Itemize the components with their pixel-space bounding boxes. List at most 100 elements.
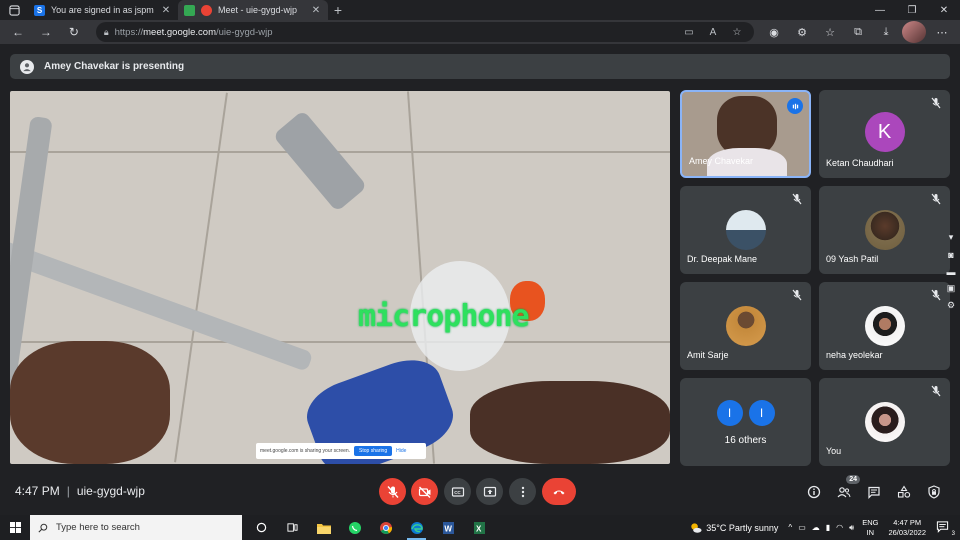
participant-tile-deepak[interactable]: Dr. Deepak Mane <box>680 186 811 274</box>
restore-icon[interactable]: ❐ <box>896 0 928 20</box>
menu-more-icon[interactable]: ⋯ <box>930 21 954 43</box>
read-aloud-icon[interactable]: A <box>704 27 722 38</box>
windows-logo-icon <box>9 522 21 533</box>
task-view-button[interactable] <box>277 515 308 540</box>
participant-tile-neha[interactable]: neha yeolekar <box>819 282 950 370</box>
edge-app[interactable] <box>401 515 432 540</box>
others-initial-avatar: I <box>716 400 743 426</box>
browser-toolbar: ← → ↻ 🔒︎ https://meet.google.com/uie-gyg… <box>0 20 960 44</box>
floor-tile-line <box>10 151 670 153</box>
camera-permission-icon[interactable]: ▭ <box>680 27 698 38</box>
recording-icon <box>201 4 212 16</box>
taskbar-clock[interactable]: 4:47 PM 26/03/2022 <box>888 518 926 538</box>
video-person-shape <box>717 96 777 156</box>
extensions-puzzle-icon[interactable]: ⚙ <box>790 21 814 43</box>
volume-icon[interactable]: 🔊︎ <box>849 523 854 533</box>
people-button[interactable]: 24 <box>834 475 860 502</box>
image-icon[interactable]: ▣ <box>944 283 958 294</box>
whatsapp-icon <box>348 521 361 534</box>
notification-center-button[interactable]: 3 <box>936 520 956 537</box>
back-icon[interactable]: ← <box>6 21 30 43</box>
pipe-shape <box>272 109 368 213</box>
settings-gear-icon[interactable]: ⚙ <box>944 300 958 311</box>
new-tab-button[interactable]: + <box>328 0 348 20</box>
notification-count: 3 <box>950 531 956 537</box>
file-explorer-app[interactable] <box>308 515 339 540</box>
cortana-circle-icon <box>256 522 267 533</box>
participant-photo-avatar <box>864 402 905 442</box>
leave-call-button[interactable] <box>542 478 576 505</box>
participant-tile-yash[interactable]: 09 Yash Patil <box>819 186 950 274</box>
chat-button[interactable] <box>864 482 884 502</box>
system-tray: 35°C Partly sunny ^ ▭ ☁ ▮ ◠ 🔊︎ ENG IN 4:… <box>689 515 960 540</box>
people-icon <box>837 487 851 498</box>
weather-widget[interactable]: 35°C Partly sunny <box>689 521 778 534</box>
lock-icon[interactable]: 🔒︎ <box>104 27 109 38</box>
chrome-app[interactable] <box>370 515 401 540</box>
extension-icon[interactable]: ◉ <box>762 21 786 43</box>
participant-name: You <box>826 446 842 456</box>
shield-lock-icon <box>928 485 940 499</box>
mic-off-icon <box>792 289 802 301</box>
camera-toggle-button[interactable] <box>411 478 438 505</box>
toolbar-icons: ◉ ⚙ ☆ ⧉ ⤓ ⋯ <box>762 21 954 43</box>
camera-icon[interactable]: ◙ <box>944 249 958 260</box>
hide-notice-button[interactable]: Hide <box>396 448 406 454</box>
chrome-icon <box>379 521 392 534</box>
mic-toggle-button[interactable] <box>379 478 406 505</box>
participant-tile-ketan[interactable]: K Ketan Chaudhari <box>819 90 950 178</box>
cortana-button[interactable] <box>246 515 277 540</box>
collections-icon[interactable]: ⧉ <box>846 21 870 43</box>
meeting-details-button[interactable] <box>804 482 824 502</box>
reload-icon[interactable]: ↻ <box>62 21 86 43</box>
participant-name: Amit Sarje <box>687 350 729 360</box>
battery-icon[interactable]: ▮ <box>826 523 830 533</box>
tab-signed-in[interactable]: S You are signed in as jspm ✕ <box>28 0 178 20</box>
meet-control-bar: 4:47 PM | uie-gygd-wjp CC 24 <box>0 473 960 515</box>
onedrive-icon[interactable]: ☁ <box>812 523 820 533</box>
address-bar[interactable]: 🔒︎ https://meet.google.com/uie-gygd-wjp … <box>95 22 755 42</box>
mic-off-icon <box>931 193 941 205</box>
captions-button[interactable]: CC <box>444 478 471 505</box>
taskbar-search[interactable]: Type here to search <box>30 515 242 540</box>
video-icon[interactable]: ▬ <box>944 266 958 277</box>
stop-sharing-button[interactable]: Stop sharing <box>354 446 393 456</box>
excel-app[interactable]: X <box>463 515 494 540</box>
favorite-star-icon[interactable]: ☆ <box>728 27 746 38</box>
word-app[interactable]: W <box>432 515 463 540</box>
wifi-icon[interactable]: ◠ <box>836 523 843 533</box>
host-controls-button[interactable] <box>924 482 944 502</box>
close-window-icon[interactable]: ✕ <box>928 0 960 20</box>
favorites-icon[interactable]: ☆ <box>818 21 842 43</box>
participant-tile-amit[interactable]: Amit Sarje <box>680 282 811 370</box>
svg-text:X: X <box>476 524 482 533</box>
start-button[interactable] <box>0 515 30 540</box>
participant-name: 09 Yash Patil <box>826 254 879 264</box>
activities-button[interactable] <box>894 482 914 502</box>
tab-actions-icon[interactable] <box>0 0 28 20</box>
separator: | <box>66 484 70 498</box>
more-options-button[interactable] <box>509 478 536 505</box>
participant-name: neha yeolekar <box>826 350 883 360</box>
tab-meet[interactable]: Meet - uie-gygd-wjp ✕ <box>178 0 328 20</box>
language-indicator[interactable]: ENG IN <box>862 518 878 538</box>
presenter-avatar <box>20 59 34 74</box>
svg-text:CC: CC <box>454 490 461 495</box>
tab-close-icon[interactable]: ✕ <box>310 5 322 16</box>
whatsapp-app[interactable] <box>339 515 370 540</box>
meet-tray-icon[interactable]: ▭ <box>798 523 806 533</box>
downloads-icon[interactable]: ⤓ <box>874 21 898 43</box>
participant-tile-you[interactable]: You <box>819 378 950 466</box>
participant-tile-amey[interactable]: Amey Chavekar <box>680 90 811 178</box>
meeting-code[interactable]: uie-gygd-wjp <box>77 484 145 498</box>
minimize-icon[interactable]: — <box>864 0 896 20</box>
show-hidden-icons-chevron-icon[interactable]: ^ <box>788 523 792 533</box>
present-now-button[interactable] <box>476 478 503 505</box>
pin-icon[interactable]: ▾ <box>944 232 958 243</box>
forward-icon[interactable]: → <box>34 21 58 43</box>
profile-avatar[interactable] <box>902 21 927 43</box>
participant-tile-others[interactable]: I I 16 others <box>680 378 811 466</box>
people-count-badge: 24 <box>846 475 860 484</box>
tab-close-icon[interactable]: ✕ <box>160 5 172 16</box>
hand-shape <box>470 381 670 464</box>
